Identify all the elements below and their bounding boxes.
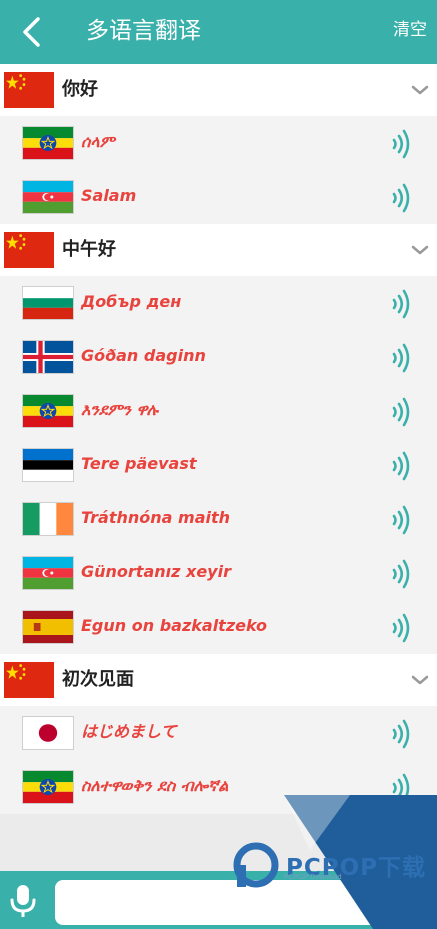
watermark-subtitle: PCPOP Download [284, 874, 342, 881]
expand-toggle[interactable] [410, 82, 430, 96]
chevron-left-icon [23, 17, 40, 47]
play-audio-button[interactable] [390, 612, 414, 644]
play-audio-button[interactable] [390, 772, 414, 804]
ireland-flag [22, 502, 74, 536]
play-audio-button[interactable] [390, 718, 414, 750]
expand-toggle[interactable] [410, 242, 430, 256]
translation-text: Tráthnóna maith [81, 508, 231, 527]
translation-item[interactable]: Tere päevast [0, 438, 437, 492]
translation-item[interactable]: Günortanız xeyir [0, 546, 437, 600]
translation-item[interactable]: Salam [0, 170, 437, 224]
translation-text: ስለተዋወቅን ደስ ብሎኛል [81, 776, 229, 795]
sound-wave-icon [392, 719, 410, 749]
phrase-group-header[interactable]: 初次见面 [0, 654, 437, 706]
play-audio-button[interactable] [390, 558, 414, 590]
play-audio-button[interactable] [390, 450, 414, 482]
china-flag [4, 232, 54, 268]
spain-flag [22, 610, 74, 644]
azerbaijan-flag [22, 556, 74, 590]
sound-wave-icon [392, 559, 410, 589]
phrase-text: 你好 [62, 79, 98, 100]
phrase-text: 中午好 [62, 239, 116, 260]
text-input[interactable] [55, 880, 382, 925]
translation-text: Góðan daginn [81, 346, 206, 365]
translation-text: Добър ден [81, 292, 182, 311]
ethiopia-flag [22, 394, 74, 428]
top-bar: 多语言翻译 清空 [0, 0, 437, 64]
translation-item[interactable]: Egun on bazkaltzeko [0, 600, 437, 654]
clear-button[interactable]: 清空 [393, 18, 427, 42]
sound-wave-icon [392, 613, 410, 643]
sound-wave-icon [392, 451, 410, 481]
phrase-group-header[interactable]: 你好 [0, 64, 437, 116]
sound-wave-icon [392, 129, 410, 159]
page-title: 多语言翻译 [86, 18, 201, 44]
translation-text: ሰላም [81, 132, 115, 151]
translation-item[interactable]: Tráthnóna maith [0, 492, 437, 546]
play-audio-button[interactable] [390, 128, 414, 160]
estonia-flag [22, 448, 74, 482]
sound-wave-icon [392, 183, 410, 213]
iceland-flag [22, 340, 74, 374]
chevron-down-icon [411, 85, 429, 95]
translation-item[interactable]: Góðan daginn [0, 330, 437, 384]
sound-wave-icon [392, 505, 410, 535]
chevron-down-icon [411, 245, 429, 255]
play-audio-button[interactable] [390, 288, 414, 320]
play-audio-button[interactable] [390, 342, 414, 374]
chevron-down-icon [411, 675, 429, 685]
play-audio-button[interactable] [390, 182, 414, 214]
microphone-button[interactable] [8, 882, 38, 920]
sound-wave-icon [392, 397, 410, 427]
sound-wave-icon [392, 343, 410, 373]
phrase-group-header[interactable]: 中午好 [0, 224, 437, 276]
bulgaria-flag [22, 286, 74, 320]
back-button[interactable] [14, 14, 50, 50]
china-flag [4, 72, 54, 108]
japan-flag [22, 716, 74, 750]
expand-toggle[interactable] [410, 672, 430, 686]
azerbaijan-flag [22, 180, 74, 214]
translation-item[interactable]: እንደምን ዋሉ [0, 384, 437, 438]
translation-item[interactable]: Добър ден [0, 276, 437, 330]
ethiopia-flag [22, 126, 74, 160]
phrase-text: 初次见面 [62, 669, 134, 690]
play-audio-button[interactable] [390, 504, 414, 536]
sound-wave-icon [392, 289, 410, 319]
microphone-icon [10, 885, 36, 917]
translation-text: እንደምን ዋሉ [81, 400, 158, 419]
translation-item[interactable]: はじめまして [0, 706, 437, 760]
translation-text: Egun on bazkaltzeko [81, 616, 268, 635]
ethiopia-flag [22, 770, 74, 804]
translation-text: Tere päevast [81, 454, 197, 473]
translation-text: Günortanız xeyir [81, 562, 231, 581]
translation-text: Salam [81, 186, 137, 205]
china-flag [4, 662, 54, 698]
play-audio-button[interactable] [390, 396, 414, 428]
sound-wave-icon [392, 773, 410, 803]
translation-item[interactable]: ሰላም [0, 116, 437, 170]
translation-item[interactable]: ስለተዋወቅን ደስ ብሎኛል [0, 760, 437, 814]
translation-list: 你好 ሰላም Salam 中午好 Добър ден Góðan daginn እንደምን … [0, 64, 437, 814]
translation-text: はじめまして [81, 722, 177, 741]
